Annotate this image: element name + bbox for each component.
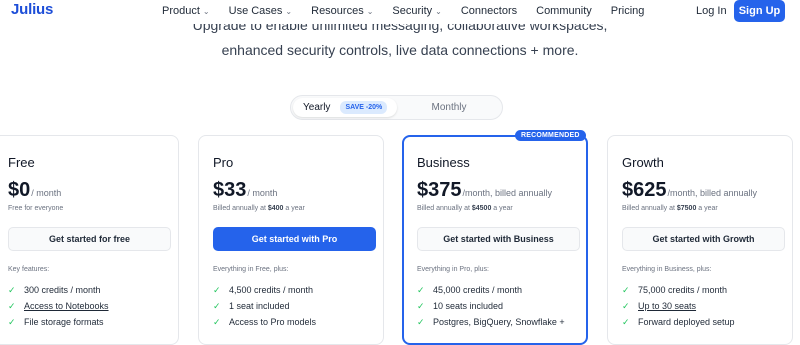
check-icon: ✓ bbox=[622, 300, 630, 311]
feature-list: ✓ 300 credits / month ✓ Access to Notebook… bbox=[8, 282, 109, 330]
plan-price: $625/month, billed annually bbox=[622, 179, 758, 201]
chevron-down-icon: ⌄ bbox=[202, 6, 210, 16]
features-title: Key features: bbox=[8, 266, 50, 273]
plan-price: $0/ month bbox=[8, 179, 62, 201]
plan-name: Free bbox=[8, 155, 35, 170]
plan-name: Business bbox=[417, 155, 470, 170]
feature-list: ✓ 4,500 credits / month ✓ 1 seat included … bbox=[213, 282, 316, 330]
check-icon: ✓ bbox=[417, 284, 425, 295]
plan-card-free: Free $0/ month Free for everyone Get sta… bbox=[0, 135, 179, 345]
plan-billing-note: Billed annually at $4500 a year bbox=[417, 205, 513, 212]
check-icon: ✓ bbox=[417, 316, 425, 327]
get-started-growth-button[interactable]: Get started with Growth bbox=[622, 227, 785, 251]
list-item: ✓ 75,000 credits / month bbox=[622, 284, 728, 296]
plan-billing-note: Billed annually at $400 a year bbox=[213, 205, 305, 212]
list-item: ✓ 1 seat included bbox=[213, 300, 290, 312]
nav-item-use-cases[interactable]: Use Cases ⌄ bbox=[229, 5, 293, 17]
features-title: Everything in Business, plus: bbox=[622, 266, 712, 273]
plan-card-growth: Growth $625/month, billed annually Bille… bbox=[607, 135, 793, 345]
check-icon: ✓ bbox=[213, 316, 221, 327]
nav-item-product[interactable]: Product ⌄ bbox=[162, 5, 210, 17]
plan-billing-note: Free for everyone bbox=[8, 205, 64, 212]
plan-billing-note: Billed annually at $7500 a year bbox=[622, 205, 718, 212]
check-icon: ✓ bbox=[213, 300, 221, 311]
list-item[interactable]: ✓ Up to 30 seats bbox=[622, 298, 735, 314]
nav-item-resources[interactable]: Resources ⌄ bbox=[311, 5, 373, 17]
feature-list: ✓ 75,000 credits / month ✓ Up to 30 seats … bbox=[622, 282, 735, 330]
hero-text-line-2: enhanced security controls, live data co… bbox=[221, 42, 579, 58]
check-icon: ✓ bbox=[622, 284, 630, 295]
list-item[interactable]: ✓ Access to Notebooks bbox=[8, 298, 109, 314]
plan-card-pro: Pro $33/ month Billed annually at $400 a… bbox=[198, 135, 384, 345]
save-badge: SAVE -20% bbox=[340, 101, 388, 114]
nav-menu: Product ⌄ Use Cases ⌄ Resources ⌄ Security ⌄… bbox=[162, 5, 663, 17]
toggle-monthly[interactable]: Monthly bbox=[397, 98, 501, 117]
list-item: ✓ 4,500 credits / month bbox=[213, 284, 314, 296]
plan-price: $375/month, billed annually bbox=[417, 179, 553, 201]
toggle-yearly[interactable]: Yearly SAVE -20% bbox=[293, 98, 397, 117]
top-nav: Julius Product ⌄ Use Cases ⌄ Resources ⌄ Se… bbox=[0, 0, 800, 22]
check-icon: ✓ bbox=[213, 284, 221, 295]
billing-toggle: Yearly SAVE -20% Monthly bbox=[290, 95, 503, 120]
check-icon: ✓ bbox=[417, 300, 425, 311]
get-started-business-button[interactable]: Get started with Business bbox=[417, 227, 580, 251]
feature-list: ✓ 45,000 credits / month ✓ 10 seats includ… bbox=[417, 282, 565, 330]
chevron-down-icon: ⌄ bbox=[366, 6, 374, 16]
list-item: ✓ 10 seats included bbox=[417, 300, 504, 312]
check-icon: ✓ bbox=[622, 316, 630, 327]
check-icon: ✓ bbox=[8, 284, 16, 295]
signup-button[interactable]: Sign Up bbox=[734, 0, 785, 22]
check-icon: ✓ bbox=[8, 300, 16, 311]
list-item: ✓ 300 credits / month bbox=[8, 284, 101, 296]
features-title: Everything in Pro, plus: bbox=[417, 266, 489, 273]
hero-text-line-1: Upgrade to enable unlimited messaging, c… bbox=[192, 24, 608, 33]
recommended-badge: RECOMMENDED bbox=[515, 130, 586, 141]
chevron-down-icon: ⌄ bbox=[435, 6, 442, 16]
plan-name: Pro bbox=[213, 155, 234, 170]
plan-card-business: RECOMMENDED Business $375/month, billed … bbox=[402, 130, 588, 345]
check-icon: ✓ bbox=[8, 316, 16, 327]
plan-name: Growth bbox=[622, 155, 664, 170]
nav-item-pricing[interactable]: Pricing bbox=[611, 5, 645, 17]
plan-price: $33/ month bbox=[213, 179, 278, 201]
nav-item-community[interactable]: Community bbox=[536, 5, 592, 17]
chevron-down-icon: ⌄ bbox=[285, 6, 293, 16]
features-title: Everything in Free, plus: bbox=[213, 266, 289, 273]
list-item: ✓ 45,000 credits / month bbox=[417, 284, 523, 296]
login-link[interactable]: Log In bbox=[696, 5, 727, 17]
get-started-pro-button[interactable]: Get started with Pro bbox=[213, 227, 376, 251]
nav-item-security[interactable]: Security ⌄ bbox=[392, 5, 441, 17]
nav-item-connectors[interactable]: Connectors bbox=[461, 5, 517, 17]
get-started-free-button[interactable]: Get started for free bbox=[8, 227, 171, 251]
julius-logo[interactable]: Julius bbox=[11, 1, 53, 18]
